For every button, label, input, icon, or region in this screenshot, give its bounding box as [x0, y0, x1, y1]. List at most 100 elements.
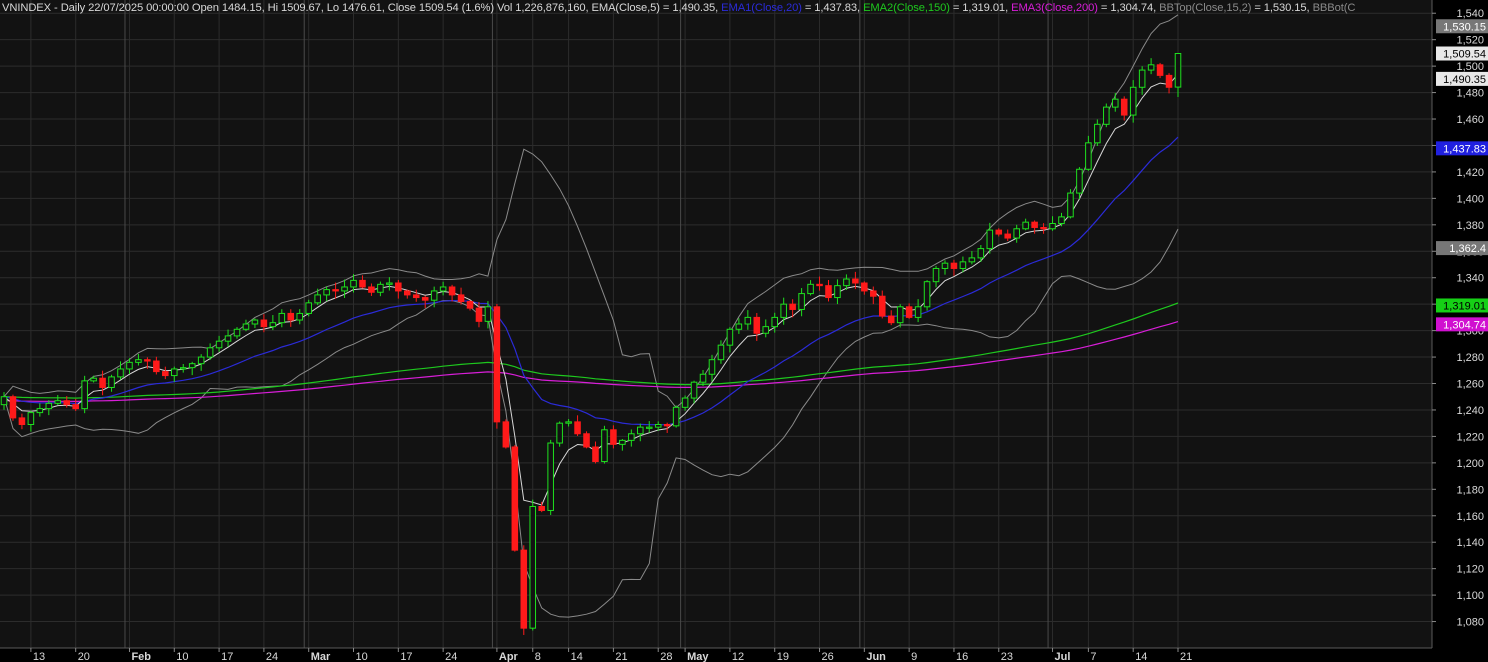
candle-body [914, 306, 922, 318]
time-tick-label: 21 [1180, 651, 1192, 662]
candle-body [798, 293, 805, 310]
candle-body [941, 262, 949, 269]
price-tag: 1,362.4 [1436, 241, 1488, 256]
candle-body [520, 549, 528, 629]
candle-body [547, 442, 554, 511]
candle-body [645, 426, 653, 429]
candle-body [1138, 69, 1146, 88]
candle-body [54, 400, 62, 404]
chart-canvas[interactable]: 1,080 1,100 1,120 1,140 1,160 1,180 1,200 1,220… [0, 0, 1488, 662]
candle-body [162, 371, 169, 377]
time-tick-label: 14 [571, 651, 583, 662]
time-tick-label: 28 [660, 651, 672, 662]
time-tick-label: 9 [911, 651, 917, 662]
candle-body [1165, 74, 1173, 88]
candle-body [99, 377, 106, 388]
candle-body [556, 422, 563, 444]
price-tick-label: 1,240 [1456, 405, 1484, 417]
candle [1156, 62, 1164, 79]
header-sep: - [51, 2, 61, 14]
candle-body [708, 359, 716, 375]
price-tick-label: 1,420 [1456, 167, 1484, 179]
candle-body [1031, 221, 1038, 228]
candle-body [395, 282, 402, 292]
candle-body [735, 323, 743, 330]
price-tag: 1,304.74 [1436, 317, 1488, 332]
price-tag-label: 1,437.83 [1443, 143, 1486, 155]
candle-body [565, 421, 572, 424]
price-tick-label: 1,180 [1456, 484, 1484, 496]
candle-body [135, 359, 142, 363]
candle-body [27, 412, 35, 426]
price-tick-label: 1,400 [1456, 193, 1484, 205]
candle-body [144, 359, 151, 362]
price-axis: 1,080 1,100 1,120 1,140 1,160 1,180 1,200 1,220… [1431, 0, 1488, 662]
candle-body [905, 306, 913, 318]
candle-body [511, 446, 519, 551]
candle [520, 545, 528, 635]
candle-body [744, 316, 752, 325]
price-tag: 1,319.01 [1436, 298, 1488, 313]
indicator-value: = 1,437.83 [801, 2, 858, 14]
candle-body [672, 406, 680, 427]
candle [81, 375, 88, 414]
price-tick-label: 1,080 [1456, 617, 1484, 629]
candle-body [887, 315, 895, 324]
candle-body [457, 294, 465, 303]
candle [672, 405, 680, 428]
time-tick-label: 20 [78, 651, 90, 662]
candle-body [654, 424, 662, 428]
candle-body [287, 312, 295, 321]
candle [556, 421, 563, 447]
candle-body [1049, 222, 1056, 230]
time-axis: 13 20 Feb 10 17 24 Mar 10 17 24 Apr 8 14 21 28 May 12 19 2… [0, 647, 1432, 662]
price-chart[interactable]: 1,080 1,100 1,120 1,140 1,160 1,180 1,200 1,220… [0, 0, 1488, 662]
candle-body [1004, 233, 1012, 239]
time-tick-label: 26 [822, 651, 834, 662]
price-tick-label: 1,100 [1456, 590, 1484, 602]
candle-body [923, 281, 931, 308]
candle-body [332, 289, 339, 292]
candle [583, 431, 590, 449]
time-tick-label: 21 [615, 651, 627, 662]
candle [9, 394, 17, 421]
price-tag: 1,490.35 [1436, 71, 1488, 86]
price-tick-label: 1,160 [1456, 511, 1484, 523]
price-tick-label: 1,140 [1456, 537, 1484, 549]
candle-body [977, 248, 985, 259]
candle-body [9, 396, 17, 419]
time-tick-label: Jun [866, 651, 886, 662]
candle-body [1022, 221, 1029, 230]
candle [502, 419, 510, 449]
price-tag-label: 1,304.74 [1443, 319, 1486, 331]
price-tick-label: 1,200 [1456, 458, 1484, 470]
price-tick-label: 1,340 [1456, 273, 1484, 285]
candle-body [995, 229, 1003, 235]
candle-body [242, 323, 250, 330]
candle-body [502, 421, 510, 448]
indicator-name: EMA1(Close,20) [721, 2, 802, 14]
candle-body [377, 283, 384, 293]
candle-body [878, 295, 886, 317]
candle-body [126, 361, 133, 370]
candle-body [45, 402, 53, 410]
indicator-name: BBTop(Close,15,2) [1159, 2, 1252, 14]
candle-body [1085, 142, 1092, 170]
candle-body [986, 229, 994, 250]
candle-body [574, 421, 581, 435]
time-tick-label: 14 [1135, 651, 1147, 662]
indicator-name: EMA2(Close,150) [863, 2, 950, 14]
candle-body [179, 367, 187, 370]
indicator-value: = 1,490.35 [659, 2, 716, 14]
time-tick-label: 23 [1001, 651, 1013, 662]
candle-body [663, 424, 671, 427]
candle-body [484, 306, 492, 322]
candle-body [861, 282, 868, 292]
candle-body [1058, 216, 1065, 224]
candle-body [0, 396, 8, 406]
price-tag: 1,530.15 [1436, 19, 1488, 34]
candle-body [950, 262, 958, 269]
time-tick-label: May [687, 651, 709, 662]
time-tick-label: 17 [221, 651, 233, 662]
indicator-value: = 1,304.74 [1097, 2, 1154, 14]
